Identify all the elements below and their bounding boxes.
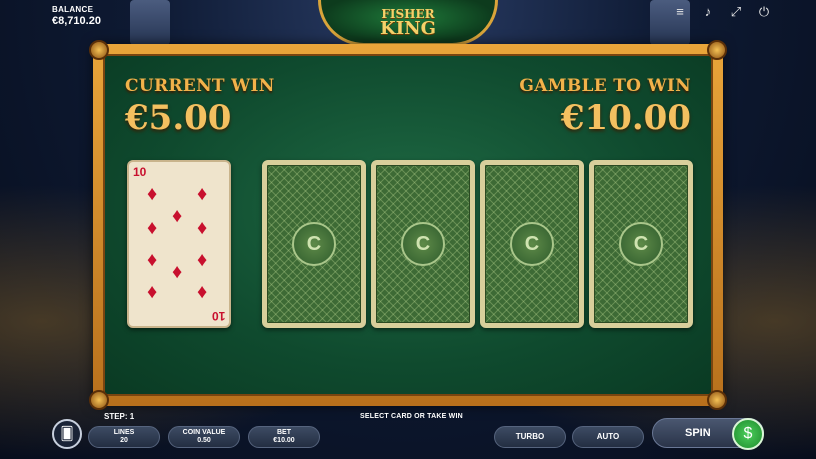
cash-icon: $ — [743, 425, 753, 442]
diamond-icon: ♦ — [172, 261, 183, 283]
card-rank: 10 — [211, 309, 225, 323]
diamond-icon: ♦ — [147, 183, 158, 205]
card-rank: 10 — [133, 165, 147, 179]
bet-label: BET — [277, 429, 291, 437]
collect-win-button[interactable]: $ — [732, 418, 764, 450]
lines-value: 20 — [120, 437, 128, 444]
current-win-value: €5.00 — [125, 98, 232, 138]
gamble-board: CURRENT WIN €5.00 GAMBLE TO WIN €10.00 1… — [89, 40, 727, 410]
spin-label: SPIN — [685, 427, 711, 439]
diamond-icon: ♦ — [147, 249, 158, 271]
corner-ornament — [89, 390, 109, 410]
logo-text-line2: KING — [380, 18, 436, 39]
diamond-icon: ♦ — [147, 281, 158, 303]
gamble-to-win-value: €10.00 — [560, 98, 691, 138]
coin-value-value: 0.50 — [197, 437, 211, 444]
auto-label: AUTO — [596, 431, 620, 441]
current-win-label: CURRENT WIN — [125, 76, 275, 96]
coin-value-label: COIN VALUE — [182, 429, 226, 437]
coin-value-selector[interactable]: COIN VALUE 0.50 — [168, 426, 240, 448]
balance-label: BALANCE — [52, 5, 94, 14]
step-indicator: STEP: 1 — [104, 412, 135, 421]
turbo-button[interactable]: TURBO — [494, 426, 566, 448]
bet-selector[interactable]: BET €10.00 — [248, 426, 320, 448]
instruction-text: SELECT CARD OR TAKE WIN — [360, 413, 463, 420]
fish-hook-emblem-icon: C — [619, 222, 663, 266]
hidden-card-1[interactable]: C — [262, 160, 366, 328]
corner-ornament — [89, 40, 109, 60]
diamond-icon: ♦ — [197, 249, 208, 271]
power-icon[interactable]: ⏻ — [756, 4, 772, 20]
menu-icon[interactable]: ≡ — [672, 4, 688, 20]
corner-ornament — [707, 390, 727, 410]
cards-icon: 🂠 — [60, 426, 74, 441]
bet-value: €10.00 — [273, 437, 295, 444]
turbo-label: TURBO — [515, 431, 545, 441]
fish-hook-emblem-icon: C — [401, 222, 445, 266]
corner-ornament — [707, 40, 727, 60]
paytable-button[interactable]: 🂠 — [52, 419, 82, 449]
hidden-card-3[interactable]: C — [480, 160, 584, 328]
diamond-icon: ♦ — [197, 217, 208, 239]
diamond-icon: ♦ — [147, 217, 158, 239]
diamond-icon: ♦ — [197, 281, 208, 303]
sound-icon[interactable]: ♪ — [700, 4, 716, 20]
diamond-icon: ♦ — [172, 205, 183, 227]
revealed-card: 10 10 ♦ ♦ ♦ ♦ ♦ ♦ ♦ ♦ ♦ ♦ — [127, 160, 231, 328]
diamond-icon: ♦ — [197, 183, 208, 205]
gamble-felt: CURRENT WIN €5.00 GAMBLE TO WIN €10.00 1… — [89, 40, 727, 410]
hidden-card-2[interactable]: C — [371, 160, 475, 328]
balance-value: €8,710.20 — [52, 15, 101, 27]
fish-hook-emblem-icon: C — [510, 222, 554, 266]
gamble-to-win-label: GAMBLE TO WIN — [519, 76, 691, 96]
top-icon-bar: ≡ ♪ ⤢ ⏻ — [672, 4, 772, 20]
pillar-ornament — [130, 0, 170, 45]
fullscreen-icon[interactable]: ⤢ — [728, 4, 744, 20]
game-logo: FISHER KING — [318, 0, 498, 46]
hidden-card-4[interactable]: C — [589, 160, 693, 328]
auto-button[interactable]: AUTO — [572, 426, 644, 448]
lines-selector[interactable]: LINES 20 — [88, 426, 160, 448]
lines-label: LINES — [113, 429, 135, 437]
fish-hook-emblem-icon: C — [292, 222, 336, 266]
